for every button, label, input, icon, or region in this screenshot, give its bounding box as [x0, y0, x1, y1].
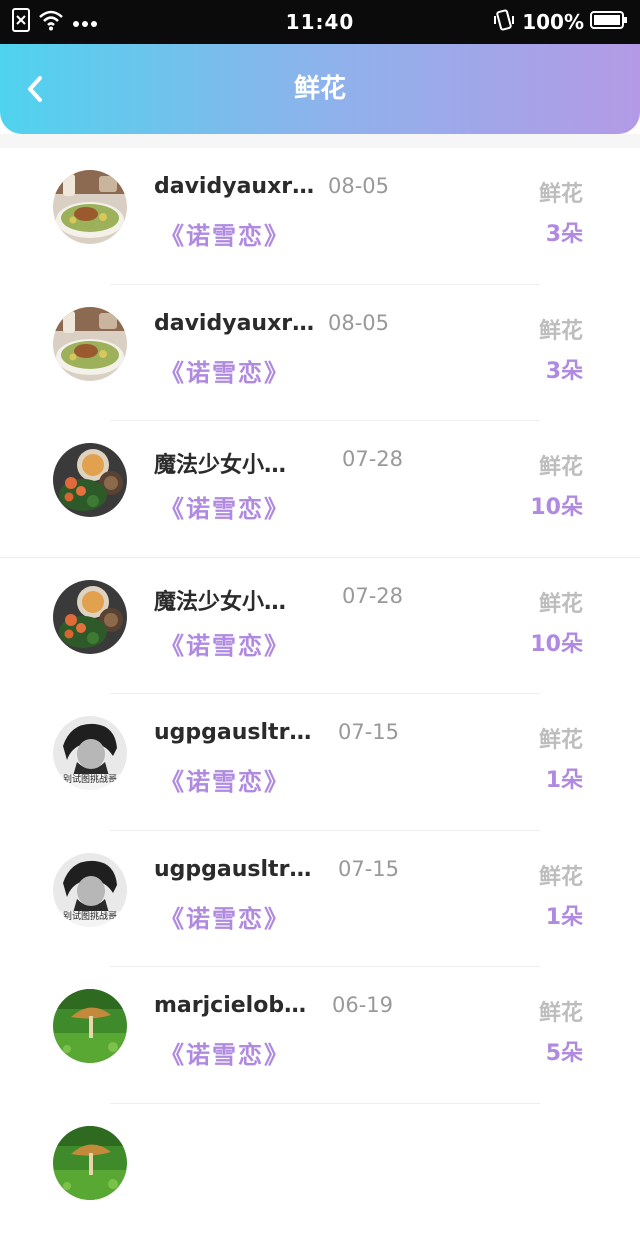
gift-type: 鲜花 — [539, 586, 583, 618]
date: 07-28 — [342, 584, 403, 608]
work-title: 《诺雪恋》 — [160, 216, 290, 251]
username: davidyauxrman — [154, 174, 319, 199]
gift-count: 3朵 — [546, 216, 583, 248]
gift-type: 鲜花 — [539, 995, 583, 1027]
date: 08-05 — [328, 311, 389, 335]
date: 08-05 — [328, 174, 389, 198]
date: 07-15 — [338, 857, 399, 881]
username: ugpgausltralipa — [154, 857, 319, 882]
user-avatar[interactable] — [53, 170, 127, 244]
username: davidyauxrman — [154, 311, 319, 336]
user-avatar[interactable]: 别试图挑战哥 — [53, 716, 127, 790]
gift-record-row[interactable]: davidyauxrman 08-05 《诺雪恋》 鲜花 3朵 — [0, 285, 640, 422]
gift-count: 1朵 — [546, 899, 583, 931]
battery-percent: 100% — [522, 10, 584, 34]
work-title: 《诺雪恋》 — [160, 1035, 290, 1070]
gift-record-row-partial[interactable] — [0, 1104, 640, 1240]
username: ugpgausltralipa — [154, 720, 319, 745]
gift-count: 3朵 — [546, 353, 583, 385]
gift-record-list: davidyauxrman 08-05 《诺雪恋》 鲜花 3朵 davidyau… — [0, 148, 640, 1240]
gift-count: 1朵 — [546, 762, 583, 794]
username: 魔法少女小… — [154, 584, 319, 616]
header-spacer — [0, 134, 640, 148]
chevron-left-icon — [18, 71, 54, 107]
gift-record-row[interactable]: 别试图挑战哥 ugpgausltralipa 07-15 《诺雪恋》 鲜花 1朵 — [0, 831, 640, 968]
date: 07-28 — [342, 447, 403, 471]
date: 06-19 — [332, 993, 393, 1017]
gift-record-row[interactable]: davidyauxrman 08-05 《诺雪恋》 鲜花 3朵 — [0, 148, 640, 285]
page-title: 鲜花 — [0, 44, 640, 134]
username: 魔法少女小… — [154, 447, 319, 479]
gift-type: 鲜花 — [539, 313, 583, 345]
vibrate-icon — [492, 8, 516, 36]
gift-record-row[interactable]: 魔法少女小… 07-28 《诺雪恋》 鲜花 10朵 — [0, 558, 640, 695]
header-bar: 鲜花 — [0, 44, 640, 134]
user-avatar[interactable]: 别试图挑战哥 — [53, 853, 127, 927]
gift-type: 鲜花 — [539, 176, 583, 208]
status-bar: 11:40 100% — [0, 0, 640, 44]
work-title: 《诺雪恋》 — [160, 489, 290, 524]
gift-type: 鲜花 — [539, 722, 583, 754]
user-avatar[interactable] — [53, 989, 127, 1063]
gift-record-row[interactable]: marjcieloburlon 06-19 《诺雪恋》 鲜花 5朵 — [0, 967, 640, 1104]
gift-count: 5朵 — [546, 1035, 583, 1067]
back-button[interactable] — [18, 71, 54, 107]
user-avatar[interactable] — [53, 1126, 127, 1200]
work-title: 《诺雪恋》 — [160, 626, 290, 661]
avatar-caption: 别试图挑战哥 — [53, 909, 127, 922]
gift-type: 鲜花 — [539, 859, 583, 891]
battery-icon — [590, 10, 628, 34]
username: marjcieloburlon — [154, 993, 319, 1018]
work-title: 《诺雪恋》 — [160, 762, 290, 797]
gift-count: 10朵 — [530, 626, 583, 658]
date: 07-15 — [338, 720, 399, 744]
user-avatar[interactable] — [53, 307, 127, 381]
gift-record-row[interactable]: 魔法少女小… 07-28 《诺雪恋》 鲜花 10朵 — [0, 421, 640, 558]
user-avatar[interactable] — [53, 443, 127, 517]
user-avatar[interactable] — [53, 580, 127, 654]
work-title: 《诺雪恋》 — [160, 899, 290, 934]
gift-type: 鲜花 — [539, 449, 583, 481]
avatar-caption: 别试图挑战哥 — [53, 772, 127, 785]
gift-record-row[interactable]: 别试图挑战哥 ugpgausltralipa 07-15 《诺雪恋》 鲜花 1朵 — [0, 694, 640, 831]
gift-count: 10朵 — [530, 489, 583, 521]
work-title: 《诺雪恋》 — [160, 353, 290, 388]
status-right-icons: 100% — [492, 8, 628, 36]
